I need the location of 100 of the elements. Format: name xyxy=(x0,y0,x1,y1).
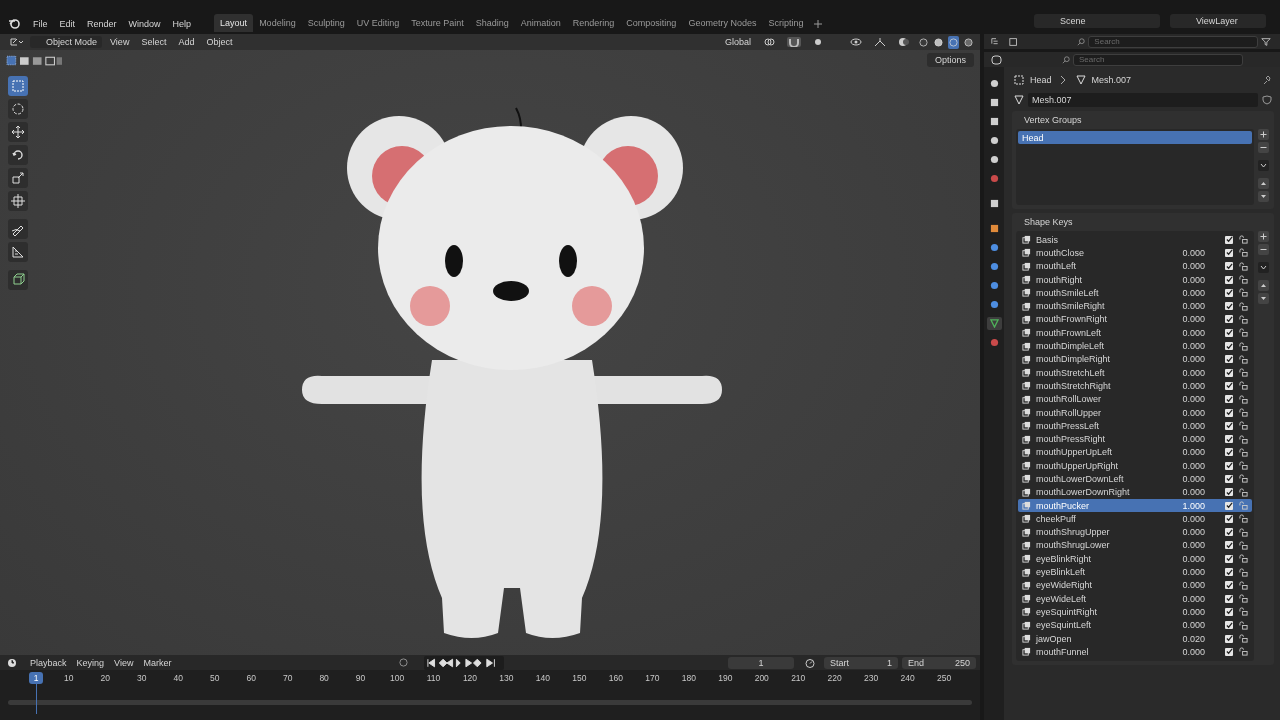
menu-item[interactable]: Window xyxy=(123,16,166,32)
unlocked-icon[interactable] xyxy=(1239,474,1248,484)
rendered-shading-button[interactable] xyxy=(963,35,974,49)
checkbox[interactable] xyxy=(1225,634,1233,643)
move-down-icon[interactable] xyxy=(1258,293,1269,304)
transform-icon[interactable] xyxy=(8,191,28,211)
workspace-tab[interactable]: Compositing xyxy=(620,14,683,32)
menu-item[interactable]: Edit xyxy=(54,16,81,32)
checkbox[interactable] xyxy=(1225,461,1233,470)
shape-key-row[interactable]: mouthStretchRight 0.000 xyxy=(1018,379,1252,393)
checkbox[interactable] xyxy=(1225,328,1233,337)
menu-item[interactable]: Select xyxy=(137,36,171,48)
shape-key-row[interactable]: mouthDimpleRight 0.000 xyxy=(1018,352,1252,366)
playhead-marker[interactable]: 1 xyxy=(29,672,43,684)
unlocked-icon[interactable] xyxy=(1239,567,1248,577)
triangle-mesh-icon[interactable] xyxy=(986,317,1002,330)
unlocked-icon[interactable] xyxy=(1239,314,1248,324)
checkbox[interactable] xyxy=(1225,568,1233,577)
menu-item[interactable]: Add xyxy=(174,36,199,48)
solid-shading-button[interactable] xyxy=(933,35,944,49)
shape-key-row[interactable]: mouthPucker 1.000 xyxy=(1018,498,1252,513)
checkbox[interactable] xyxy=(1225,288,1233,297)
checkbox[interactable] xyxy=(1225,621,1233,630)
checkbox[interactable] xyxy=(1225,421,1233,430)
unlocked-icon[interactable] xyxy=(1239,620,1248,630)
shape-key-row[interactable]: mouthUpperUpRight 0.000 xyxy=(1018,459,1252,473)
select-box-icon[interactable] xyxy=(8,76,28,96)
menu-item[interactable]: View xyxy=(106,36,134,48)
unlocked-icon[interactable] xyxy=(1239,301,1248,311)
shape-key-row[interactable]: mouthPressRight 0.000 xyxy=(1018,432,1252,446)
mesh-name-field[interactable]: Mesh.007 xyxy=(1028,93,1258,107)
shape-key-row[interactable]: mouthDimpleLeft 0.000 xyxy=(1018,339,1252,353)
workspace-tab[interactable]: Sculpting xyxy=(301,14,351,32)
menu-item[interactable]: Playback xyxy=(26,656,71,669)
breadcrumb-item[interactable]: Mesh.007 xyxy=(1091,75,1132,85)
unlocked-icon[interactable] xyxy=(1239,527,1248,537)
unlocked-icon[interactable] xyxy=(1239,540,1248,550)
outliner-search-field[interactable]: Search xyxy=(1088,35,1259,48)
unlocked-icon[interactable] xyxy=(1239,647,1248,657)
shape-key-row[interactable]: cheekPuff 0.000 xyxy=(1018,512,1252,526)
checkbox[interactable] xyxy=(1225,395,1233,404)
workspace-tab[interactable]: Scripting xyxy=(762,14,810,32)
checkbox[interactable] xyxy=(1225,342,1233,350)
chevron-down-icon[interactable] xyxy=(1258,262,1269,273)
chevron-down-icon[interactable] xyxy=(1258,160,1269,171)
shape-key-row[interactable]: eyeSquintLeft 0.000 xyxy=(1018,618,1252,632)
shape-key-row[interactable]: mouthFrownRight 0.000 xyxy=(1018,312,1252,327)
stopwatch-icon[interactable] xyxy=(803,657,817,668)
checkbox[interactable] xyxy=(1225,514,1233,523)
workspace-tab[interactable]: Texture Paint xyxy=(405,14,470,32)
unlocked-icon[interactable] xyxy=(1239,288,1248,298)
unlocked-icon[interactable] xyxy=(1239,594,1248,604)
add-icon[interactable] xyxy=(1258,231,1269,242)
add-icon[interactable] xyxy=(1258,129,1269,140)
unlocked-icon[interactable] xyxy=(1239,261,1248,271)
wireframe-shading-button[interactable] xyxy=(918,35,929,49)
shape-key-row[interactable]: mouthClose 0.000 xyxy=(1018,246,1252,260)
shape-key-row[interactable]: jawOpen 0.020 xyxy=(1018,631,1252,646)
checkbox[interactable] xyxy=(1225,381,1233,390)
remove-icon[interactable] xyxy=(1258,142,1269,153)
menu-item[interactable]: Marker xyxy=(139,656,176,669)
pin-icon[interactable] xyxy=(1262,75,1272,85)
workspace-tab[interactable]: Shading xyxy=(469,14,515,32)
shape-key-row[interactable]: mouthFunnel 0.000 xyxy=(1018,645,1252,659)
unlocked-icon[interactable] xyxy=(1239,514,1248,524)
remove-icon[interactable] xyxy=(1258,244,1269,255)
blender-logo-icon[interactable] xyxy=(8,17,20,29)
menu-item[interactable]: Render xyxy=(82,16,122,32)
unlocked-icon[interactable] xyxy=(1239,328,1248,338)
current-frame-field[interactable]: 1 xyxy=(728,656,794,669)
breadcrumb-item[interactable]: Head xyxy=(1030,75,1052,85)
checkbox[interactable] xyxy=(1225,302,1233,311)
move-down-icon[interactable] xyxy=(1258,191,1269,202)
checkbox[interactable] xyxy=(1225,435,1233,444)
shape-key-row[interactable]: mouthStretchLeft 0.000 xyxy=(1018,365,1252,380)
checkbox[interactable] xyxy=(1225,554,1233,563)
magnet-icon[interactable] xyxy=(787,37,801,47)
rotate-icon[interactable] xyxy=(8,145,28,165)
scale-icon[interactable] xyxy=(8,168,28,188)
checkbox[interactable] xyxy=(1225,235,1233,244)
move-up-icon[interactable] xyxy=(1258,178,1269,189)
pivot-icon[interactable] xyxy=(763,37,777,47)
editor-type-icon[interactable] xyxy=(9,37,23,47)
checkbox[interactable] xyxy=(1225,315,1233,324)
overlays-icon[interactable] xyxy=(897,37,911,47)
vertex-group-row[interactable]: Head xyxy=(1018,131,1252,145)
shape-key-row[interactable]: mouthSmileLeft 0.000 xyxy=(1018,286,1252,300)
shape-key-row[interactable]: mouthFrownLeft 0.000 xyxy=(1018,326,1252,340)
checkbox[interactable] xyxy=(1225,528,1233,537)
checkbox[interactable] xyxy=(1225,607,1233,616)
properties-type-icon[interactable] xyxy=(991,54,1005,65)
checkbox[interactable] xyxy=(1225,275,1233,284)
shape-key-row[interactable]: mouthLowerDownLeft 0.000 xyxy=(1018,472,1252,486)
shape-key-row[interactable]: mouthRight 0.000 xyxy=(1018,272,1252,287)
checkbox[interactable] xyxy=(1225,262,1233,271)
unlocked-icon[interactable] xyxy=(1239,368,1248,378)
record-button[interactable] xyxy=(399,658,409,667)
shape-key-row[interactable]: eyeWideLeft 0.000 xyxy=(1018,592,1252,606)
move-up-icon[interactable] xyxy=(1258,280,1269,291)
menu-item[interactable]: View xyxy=(110,656,138,669)
